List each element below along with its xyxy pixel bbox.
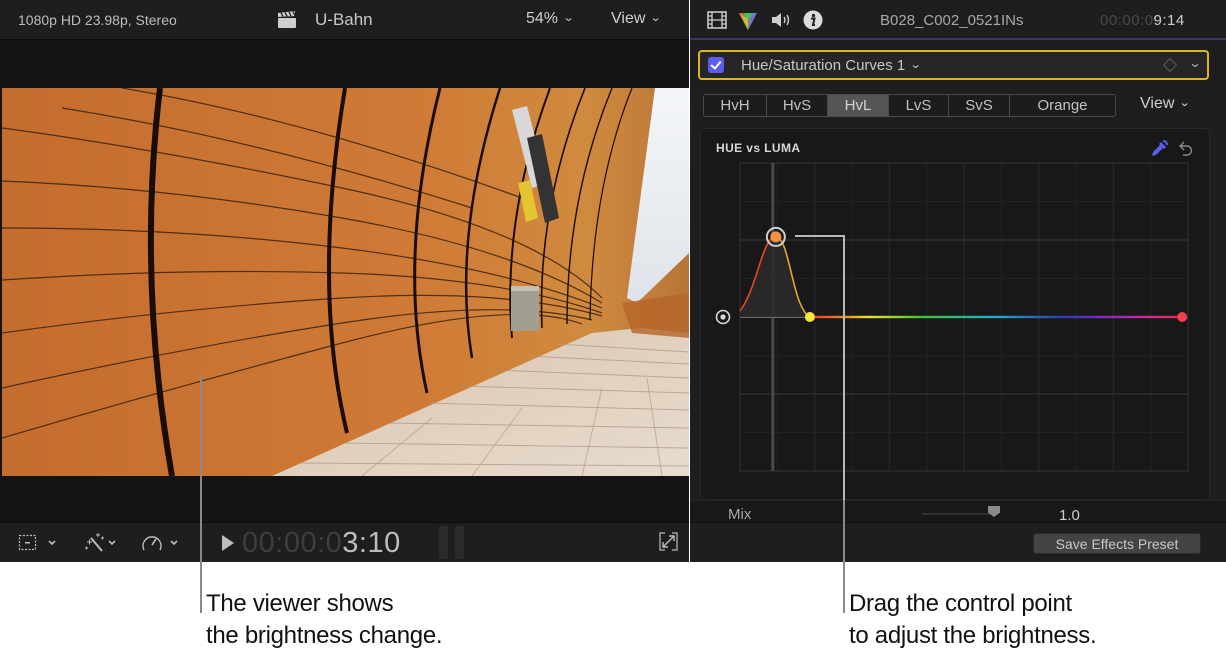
audio-meter-left xyxy=(439,526,448,559)
chevron-down-icon: ⌄ xyxy=(562,12,575,24)
keyframe-icon[interactable] xyxy=(1162,57,1178,73)
save-effects-preset-button[interactable]: Save Effects Preset xyxy=(1033,533,1201,554)
speedometer-icon[interactable] xyxy=(140,533,182,553)
chevron-down-icon: ⌄ xyxy=(909,59,922,71)
callout-line-right-lower xyxy=(843,500,845,613)
film-icon[interactable] xyxy=(707,11,727,29)
subway-station-image xyxy=(2,88,689,476)
chevron-down-icon: ⌄ xyxy=(650,12,662,24)
hue-vs-luma-panel: HUE vs LUMA xyxy=(700,128,1210,500)
inspector-toolbar: B028_C002_0521INs 00:00:09:14 xyxy=(690,0,1226,40)
mix-row: Mix 1.0 xyxy=(690,500,1226,524)
callout-viewer: The viewer shows the brightness change. xyxy=(206,590,443,649)
inspector-timecode: 00:00:09:14 xyxy=(1100,12,1185,29)
viewer-toolbar: 1080p HD 23.98p, Stereo U-Bahn 54% ⌄ View… xyxy=(0,0,689,40)
audio-meter-right xyxy=(455,526,464,559)
effect-header[interactable]: Hue/Saturation Curves 1 ⌄ ⌄ xyxy=(698,50,1209,80)
curve-graph[interactable] xyxy=(701,129,1211,501)
tab-orange[interactable]: Orange xyxy=(1010,95,1115,116)
curve-tabs: HvH HvS HvL LvS SvS Orange xyxy=(703,94,1116,117)
tab-hvh[interactable]: HvH xyxy=(704,95,767,116)
viewer: 1080p HD 23.98p, Stereo U-Bahn 54% ⌄ View… xyxy=(0,0,689,562)
zoom-level: 54% xyxy=(526,10,559,27)
control-point-orange xyxy=(770,231,782,243)
clapperboard-icon xyxy=(278,11,296,28)
tab-hvs[interactable]: HvS xyxy=(767,95,828,116)
effect-name-menu[interactable]: Hue/Saturation Curves 1 ⌄ xyxy=(741,57,922,74)
chevron-down-icon[interactable]: ⌄ xyxy=(1188,56,1201,70)
callout-line-right-upper xyxy=(843,235,845,500)
target-icon-center xyxy=(720,314,726,320)
callout-control-point: Drag the control point to adjust the bri… xyxy=(849,590,1097,649)
inspector: B028_C002_0521INs 00:00:09:14 Hue/Satura… xyxy=(690,0,1226,562)
magic-wand-icon[interactable] xyxy=(82,533,122,553)
curve-view-menu[interactable]: View ⌄ xyxy=(1140,95,1191,113)
fullscreen-icon[interactable] xyxy=(659,532,678,551)
view-menu[interactable]: View ⌄ xyxy=(611,10,662,28)
viewer-image xyxy=(2,88,689,476)
callout-line-left xyxy=(200,375,202,613)
curve-bump-fill xyxy=(740,236,810,317)
viewer-timecode[interactable]: 00:00:03:10 xyxy=(242,527,401,560)
control-point-yellow xyxy=(804,312,815,322)
inspector-bottom-bar: Save Effects Preset xyxy=(690,522,1226,562)
control-point-red xyxy=(1177,312,1188,322)
info-icon[interactable] xyxy=(803,10,823,30)
chevron-down-icon: ⌄ xyxy=(1179,97,1191,109)
mix-slider-thumb[interactable] xyxy=(988,506,1000,517)
tab-lvs[interactable]: LvS xyxy=(889,95,949,116)
mix-label: Mix xyxy=(728,506,752,523)
mix-slider-track[interactable] xyxy=(922,513,994,515)
clip-name: B028_C002_0521INs xyxy=(880,12,1024,29)
tab-svs[interactable]: SvS xyxy=(949,95,1010,116)
callout-line-right-horizontal xyxy=(795,235,844,237)
effect-enable-checkbox[interactable] xyxy=(708,57,724,73)
play-button[interactable] xyxy=(222,535,234,551)
zoom-menu[interactable]: 54% ⌄ xyxy=(526,10,575,28)
format-info: 1080p HD 23.98p, Stereo xyxy=(18,12,177,28)
audio-icon[interactable] xyxy=(770,11,792,29)
curve-hue-line xyxy=(809,315,1183,319)
viewer-bottom-bar: 00:00:03:10 xyxy=(0,522,689,562)
project-title: U-Bahn xyxy=(315,10,373,29)
color-icon[interactable] xyxy=(738,11,758,31)
view-menu-label: View xyxy=(611,10,646,27)
transform-icon[interactable] xyxy=(18,533,58,553)
tab-hvl[interactable]: HvL xyxy=(828,95,889,116)
